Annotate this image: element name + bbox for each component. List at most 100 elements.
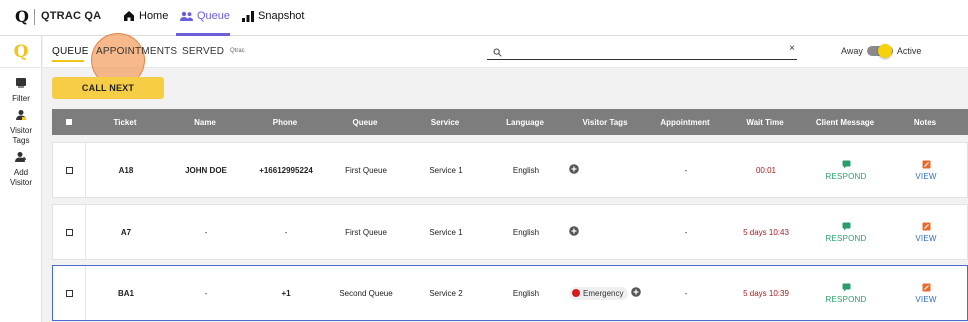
table-row[interactable]: A7 - - First Queue Service 1 English - 5… <box>52 204 968 260</box>
row-checkbox[interactable] <box>65 228 73 236</box>
respond-button[interactable]: RESPOND <box>826 283 867 304</box>
tab-served[interactable]: SERVED <box>182 46 224 57</box>
emergency-dot-icon <box>572 289 580 297</box>
left-sidebar: Q Filter Visitor Tags Add Visitor <box>0 36 42 322</box>
location-tag: Qtrac <box>230 48 245 54</box>
visitor-tags-cell <box>566 143 646 197</box>
respond-label: RESPOND <box>825 294 867 304</box>
top-navbar: Q QTRAC QA Home Queue Snapshot <box>0 0 968 36</box>
search-input[interactable] <box>507 44 767 58</box>
chat-icon <box>842 283 851 294</box>
note-icon <box>922 222 931 233</box>
header-ticket[interactable]: Ticket <box>85 109 165 135</box>
ticket-cell: A7 <box>120 227 132 237</box>
view-label: VIEW <box>915 171 937 181</box>
view-label: VIEW <box>915 294 937 304</box>
row-checkbox[interactable] <box>65 166 73 174</box>
nav-snapshot[interactable]: Snapshot <box>242 10 304 22</box>
sidebar-item-filter[interactable]: Filter <box>0 77 42 104</box>
tab-appointments[interactable]: APPOINTMENTS <box>96 46 177 57</box>
visitor-tags-cell <box>566 205 646 259</box>
toggle-knob <box>877 44 892 58</box>
emergency-tag-chip[interactable]: Emergency <box>569 286 629 300</box>
view-notes-button[interactable]: VIEW <box>915 222 936 243</box>
queue-toolbar: QUEUE APPOINTMENTS SERVED Qtrac × Away A… <box>43 33 968 87</box>
phone-cell: - <box>284 227 288 237</box>
nav-home[interactable]: Home <box>123 10 168 22</box>
person-tag-icon <box>15 109 27 126</box>
wait-time-cell: 00:01 <box>755 165 777 175</box>
header-service[interactable]: Service <box>405 109 485 135</box>
ticket-cell: A18 <box>118 165 134 175</box>
view-notes-button[interactable]: VIEW <box>915 283 936 304</box>
table-row[interactable]: BA1 - +1 Second Queue Service 2 English … <box>52 265 968 321</box>
row-select-cell <box>53 143 86 197</box>
service-cell: Service 1 <box>429 227 463 237</box>
nav-queue[interactable]: Queue <box>180 10 230 22</box>
table-row[interactable]: A18 JOHN DOE +16612995224 First Queue Se… <box>52 142 968 198</box>
sidebar-tags-label-1: Visitor <box>9 126 33 135</box>
note-icon <box>922 160 931 171</box>
respond-button[interactable]: RESPOND <box>826 160 867 181</box>
availability-toggle[interactable] <box>866 44 893 58</box>
language-cell: English <box>512 288 540 298</box>
header-notes[interactable]: Notes <box>885 109 965 135</box>
service-cell: Service 2 <box>429 288 463 298</box>
client-message-cell: RESPOND <box>806 205 886 259</box>
nav-queue-label: Queue <box>197 10 231 22</box>
sidebar-item-add-visitor[interactable]: Add Visitor <box>0 151 42 188</box>
tab-queue[interactable]: QUEUE <box>52 46 89 57</box>
language-cell: English <box>512 165 540 175</box>
nav-home-label: Home <box>139 10 169 22</box>
visitor-tags-cell: Emergency <box>566 266 646 320</box>
sidebar-add-label-1: Add <box>13 168 29 177</box>
header-queue[interactable]: Queue <box>325 109 405 135</box>
call-next-button[interactable]: CALL NEXT <box>52 77 164 99</box>
tag-label: Emergency <box>583 288 624 298</box>
header-name[interactable]: Name <box>165 109 245 135</box>
plus-circle-icon[interactable] <box>569 226 579 238</box>
row-checkbox[interactable] <box>65 289 73 297</box>
note-icon <box>922 283 931 294</box>
phone-cell: +16612995224 <box>259 165 313 175</box>
row-select-cell <box>53 266 86 320</box>
plus-circle-icon[interactable] <box>631 287 642 299</box>
respond-label: RESPOND <box>825 233 867 243</box>
header-language[interactable]: Language <box>485 109 565 135</box>
active-label: Active <box>896 46 922 56</box>
clear-search-button[interactable]: × <box>789 43 795 54</box>
header-wait-time[interactable]: Wait Time <box>725 109 805 135</box>
notes-cell: VIEW <box>886 205 966 259</box>
search-icon <box>493 44 502 62</box>
tab-queue-indicator <box>52 60 84 62</box>
nav-snapshot-label: Snapshot <box>258 10 305 22</box>
select-all-cell <box>52 109 85 135</box>
name-cell: JOHN DOE <box>185 165 227 175</box>
ticket-cell: BA1 <box>117 288 134 298</box>
name-cell: - <box>204 227 208 237</box>
add-person-icon <box>15 151 27 168</box>
queue-cell: First Queue <box>345 227 387 237</box>
brand-divider <box>34 9 35 25</box>
client-message-cell: RESPOND <box>806 266 886 320</box>
header-client-message[interactable]: Client Message <box>805 109 885 135</box>
appointment-cell: - <box>684 227 688 237</box>
respond-label: RESPOND <box>825 171 867 181</box>
respond-button[interactable]: RESPOND <box>826 222 867 243</box>
plus-circle-icon[interactable] <box>569 164 579 176</box>
sidebar-item-visitor-tags[interactable]: Visitor Tags <box>0 109 42 146</box>
home-icon <box>123 10 135 22</box>
sidebar-filter-label: Filter <box>12 94 30 103</box>
header-visitor-tags[interactable]: Visitor Tags <box>565 109 645 135</box>
header-phone[interactable]: Phone <box>245 109 325 135</box>
bar-chart-icon <box>242 10 254 22</box>
chat-icon <box>842 222 851 233</box>
view-notes-button[interactable]: VIEW <box>915 160 936 181</box>
notes-cell: VIEW <box>886 143 966 197</box>
search-bar: × <box>487 43 797 62</box>
header-appointment[interactable]: Appointment <box>645 109 725 135</box>
client-message-cell: RESPOND <box>806 143 886 197</box>
language-cell: English <box>512 227 540 237</box>
select-all-checkbox[interactable] <box>65 119 72 125</box>
sidebar-logo: Q <box>0 36 42 68</box>
